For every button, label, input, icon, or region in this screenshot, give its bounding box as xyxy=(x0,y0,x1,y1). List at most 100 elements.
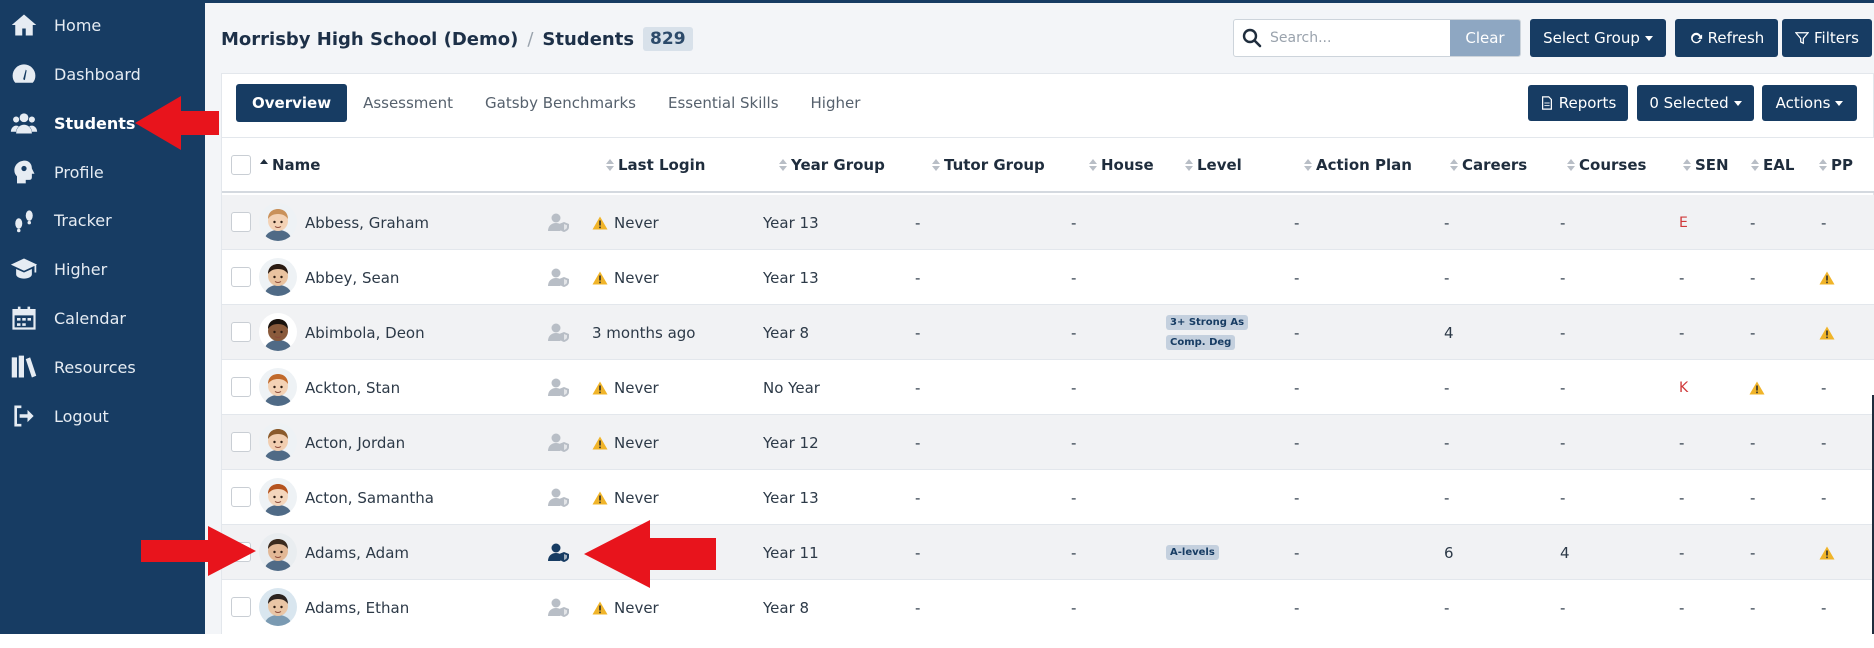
table-row[interactable]: Adams, Adam Year 11 - - A-levels - 6 4 - - xyxy=(222,525,1874,580)
table-row[interactable]: Acton, Jordan Never Year 12 - - - - - - - - xyxy=(222,415,1874,470)
sort-icon xyxy=(932,159,940,171)
refresh-label: Refresh xyxy=(1707,29,1765,47)
row-checkbox[interactable] xyxy=(231,597,251,617)
column-header-courses[interactable]: Courses xyxy=(1567,138,1646,192)
column-header-name[interactable]: Name xyxy=(260,138,320,192)
profile-icon xyxy=(8,156,40,188)
sidebar-item-resources[interactable]: Resources xyxy=(0,347,205,387)
search-input[interactable] xyxy=(1270,20,1450,56)
tab-higher[interactable]: Higher xyxy=(795,84,877,122)
column-header-eal[interactable]: EAL xyxy=(1751,138,1794,192)
table-row[interactable]: Abbey, Sean Never Year 13 - - - - - - - xyxy=(222,250,1874,305)
sidebar-item-calendar[interactable]: Calendar xyxy=(0,298,205,338)
action-plan-cell: - xyxy=(1294,213,1300,232)
sidebar-item-higher[interactable]: Higher xyxy=(0,249,205,289)
row-checkbox[interactable] xyxy=(231,322,251,342)
home-icon xyxy=(8,9,40,41)
column-header-last-login[interactable]: Last Login xyxy=(606,138,705,192)
filters-button[interactable]: Filters xyxy=(1782,19,1872,57)
user-shield-icon[interactable] xyxy=(547,432,571,452)
chevron-down-icon xyxy=(1733,100,1742,106)
student-name-link[interactable]: Adams, Ethan xyxy=(305,580,409,635)
sen-cell: - xyxy=(1679,250,1684,305)
column-header-level[interactable]: Level xyxy=(1185,138,1242,192)
student-name-link[interactable]: Abbey, Sean xyxy=(305,250,399,305)
sidebar-item-tracker[interactable]: Tracker xyxy=(0,200,205,240)
row-checkbox[interactable] xyxy=(231,212,251,232)
eal-cell: - xyxy=(1750,598,1756,617)
tab-essential-skills[interactable]: Essential Skills xyxy=(652,84,795,122)
warning-icon xyxy=(592,271,608,285)
column-header-label: SEN xyxy=(1695,156,1729,174)
action-plan-cell: - xyxy=(1294,378,1300,397)
user-shield-icon-active[interactable] xyxy=(547,542,571,562)
column-header-pp[interactable]: PP xyxy=(1819,138,1853,192)
column-header-year-group[interactable]: Year Group xyxy=(779,138,885,192)
column-header-sen[interactable]: SEN xyxy=(1683,138,1729,192)
column-header-careers[interactable]: Careers xyxy=(1450,138,1527,192)
house-cell: - xyxy=(1071,433,1077,452)
table-row[interactable]: Ackton, Stan Never No Year - - - - - K - xyxy=(222,360,1874,415)
sidebar-item-home[interactable]: Home xyxy=(0,5,205,45)
last-login-cell: Never xyxy=(592,580,659,635)
table-row[interactable]: Abbess, Graham Never Year 13 - - - - - E - - xyxy=(222,195,1874,250)
student-name-link[interactable]: Acton, Jordan xyxy=(305,415,405,470)
student-name-link[interactable]: Adams, Adam xyxy=(305,525,409,580)
column-header-action-plan[interactable]: Action Plan xyxy=(1304,138,1412,192)
select-group-button[interactable]: Select Group xyxy=(1530,19,1666,57)
breadcrumb-school[interactable]: Morrisby High School (Demo) xyxy=(221,29,518,50)
careers-cell: 4 xyxy=(1444,323,1454,342)
sidebar-item-logout[interactable]: Logout xyxy=(0,396,205,436)
courses-cell: - xyxy=(1560,323,1566,342)
tracker-icon xyxy=(8,204,40,236)
avatar xyxy=(259,258,297,296)
student-name-link[interactable]: Acton, Samantha xyxy=(305,470,434,525)
actions-button[interactable]: Actions xyxy=(1762,85,1857,121)
last-login-value: 3 months ago xyxy=(592,323,696,342)
pp-cell xyxy=(1819,305,1841,360)
last-login-cell: Never xyxy=(592,250,659,305)
sidebar-item-dashboard[interactable]: Dashboard xyxy=(0,54,205,94)
user-shield-icon[interactable] xyxy=(547,487,571,507)
clear-button[interactable]: Clear xyxy=(1450,20,1520,56)
actions-label: Actions xyxy=(1775,94,1831,112)
user-shield-icon[interactable] xyxy=(547,212,571,232)
selected-dropdown-button[interactable]: 0 Selected xyxy=(1637,85,1754,121)
house-cell: - xyxy=(1071,213,1077,232)
user-shield-icon[interactable] xyxy=(547,377,571,397)
chevron-down-icon xyxy=(1644,35,1653,41)
table-row[interactable]: Acton, Samantha Never Year 13 - - - - - - - - xyxy=(222,470,1874,525)
column-header-house[interactable]: House xyxy=(1089,138,1154,192)
sidebar-item-profile[interactable]: Profile xyxy=(0,152,205,192)
student-name-link[interactable]: Abimbola, Deon xyxy=(305,305,425,360)
user-shield-icon[interactable] xyxy=(547,597,571,617)
sort-icon xyxy=(606,159,614,171)
action-plan-cell: - xyxy=(1294,268,1300,287)
user-shield-icon[interactable] xyxy=(547,322,571,342)
student-name-link[interactable]: Abbess, Graham xyxy=(305,195,429,250)
year-group-cell: Year 12 xyxy=(763,433,819,452)
select-all-checkbox[interactable] xyxy=(231,155,251,175)
column-header-label: Tutor Group xyxy=(944,156,1045,174)
table-row[interactable]: Adams, Ethan Never Year 8 - - - - - - - - xyxy=(222,580,1874,635)
tab-overview[interactable]: Overview xyxy=(236,84,348,122)
row-checkbox[interactable] xyxy=(231,432,251,452)
table-row[interactable]: Abimbola, Deon 3 months ago Year 8 - - 3+ Str… xyxy=(222,305,1874,360)
tab-gatsby-benchmarks[interactable]: Gatsby Benchmarks xyxy=(469,84,652,122)
column-header-tutor-group[interactable]: Tutor Group xyxy=(932,138,1045,192)
calendar-icon xyxy=(8,302,40,334)
filters-label: Filters xyxy=(1814,29,1859,47)
careers-cell: - xyxy=(1444,213,1450,232)
tab-assessment[interactable]: Assessment xyxy=(347,84,469,122)
student-name-link[interactable]: Ackton, Stan xyxy=(305,360,400,415)
reports-button[interactable]: Reports xyxy=(1528,85,1628,121)
row-checkbox[interactable] xyxy=(231,377,251,397)
pp-cell: - xyxy=(1821,598,1827,617)
user-shield-icon[interactable] xyxy=(547,267,571,287)
last-login-cell: Never xyxy=(592,415,659,470)
column-header-label: Last Login xyxy=(618,156,706,174)
tab-bar: Overview Assessment Gatsby Benchmarks Essen… xyxy=(236,84,876,122)
row-checkbox[interactable] xyxy=(231,487,251,507)
row-checkbox[interactable] xyxy=(231,267,251,287)
refresh-button[interactable]: Refresh xyxy=(1675,19,1778,57)
